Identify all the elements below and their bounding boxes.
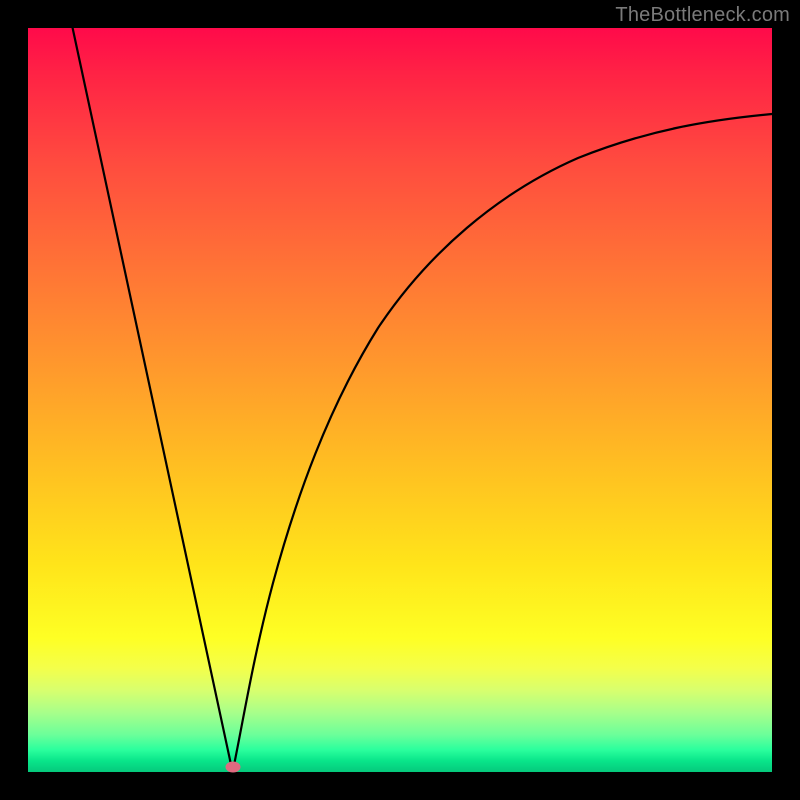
- chart-frame: TheBottleneck.com: [0, 0, 800, 800]
- plot-area: [28, 28, 772, 772]
- bottleneck-curve: [28, 28, 772, 772]
- curve-path: [73, 28, 772, 772]
- watermark-text: TheBottleneck.com: [615, 4, 790, 27]
- optimum-marker: [225, 762, 240, 773]
